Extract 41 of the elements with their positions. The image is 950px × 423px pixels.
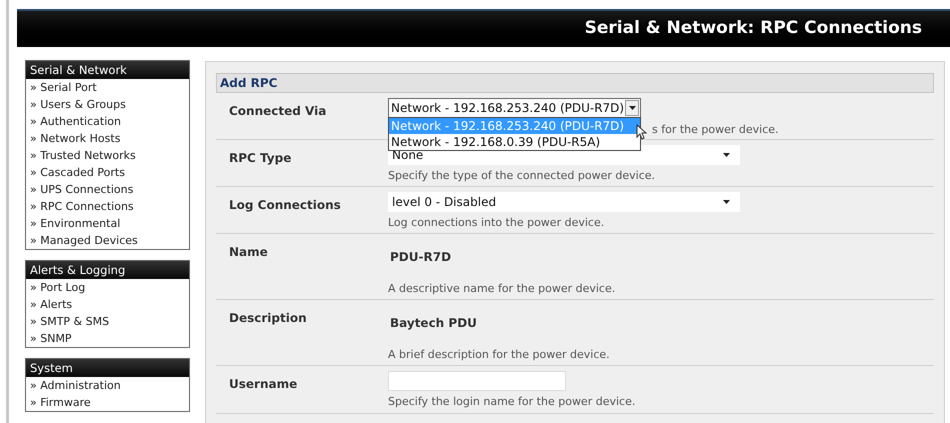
- dropdown[interactable]: level 0 - Disabled: [388, 192, 740, 212]
- sidebar-link[interactable]: » SMTP & SMS: [26, 313, 189, 330]
- field-label: Name: [229, 245, 268, 259]
- sidebar-link[interactable]: » Port Log: [26, 279, 189, 296]
- sidebar-link[interactable]: » Managed Devices: [26, 232, 189, 249]
- sidebar-link[interactable]: » Cascaded Ports: [26, 164, 189, 181]
- field-label: Log Connections: [229, 198, 341, 212]
- help-text: Log connections into the power device.: [388, 215, 606, 231]
- sidebar-link[interactable]: » Environmental: [26, 215, 189, 232]
- sidebar-link[interactable]: » Network Hosts: [26, 130, 189, 147]
- field-value: PDU-R7D: [389, 249, 452, 266]
- sidebar-link[interactable]: » RPC Connections: [26, 198, 189, 215]
- sidebar-link[interactable]: » Trusted Networks: [26, 147, 189, 164]
- sidebar-link[interactable]: » Authentication: [26, 113, 189, 130]
- sidebar-heading: System: [26, 359, 189, 377]
- help-text: Specify the login name for the power device.: [388, 394, 636, 410]
- field-label: Username: [229, 377, 298, 391]
- caret-icon: [723, 200, 730, 204]
- help-text: s for the power device.: [652, 122, 779, 138]
- help-text: A brief description for the power device.: [388, 347, 610, 363]
- field-value: Baytech PDU: [389, 315, 478, 332]
- help-text: Specify the type of the connected power device.: [388, 168, 656, 184]
- field-label: RPC Type: [229, 151, 292, 165]
- sidebar-link[interactable]: » SNMP: [26, 330, 189, 347]
- sidebar-link[interactable]: » UPS Connections: [26, 181, 189, 198]
- sidebar-link[interactable]: » Users & Groups: [26, 96, 189, 113]
- sidebar-link[interactable]: » Administration: [26, 377, 189, 394]
- sidebar-link[interactable]: » Serial Port: [26, 79, 189, 96]
- username-field[interactable]: [388, 371, 566, 391]
- field-label: Description: [229, 311, 307, 325]
- sidebar-link[interactable]: » Firmware: [26, 394, 189, 411]
- section-title: Add RPC: [220, 75, 278, 92]
- field-label: Connected Via: [229, 104, 326, 118]
- page-title: Serial & Network: RPC Connections: [584, 17, 922, 40]
- sidebar-heading: Alerts & Logging: [26, 261, 189, 279]
- sidebar-heading: Serial & Network: [26, 61, 189, 79]
- caret-icon: [723, 153, 730, 157]
- help-text: A descriptive name for the power device.: [388, 281, 616, 297]
- dropdown[interactable]: Network - 192.168.253.240 (PDU-R7D): [388, 98, 641, 118]
- caret-icon: [628, 106, 636, 110]
- sidebar-link[interactable]: » Alerts: [26, 296, 189, 313]
